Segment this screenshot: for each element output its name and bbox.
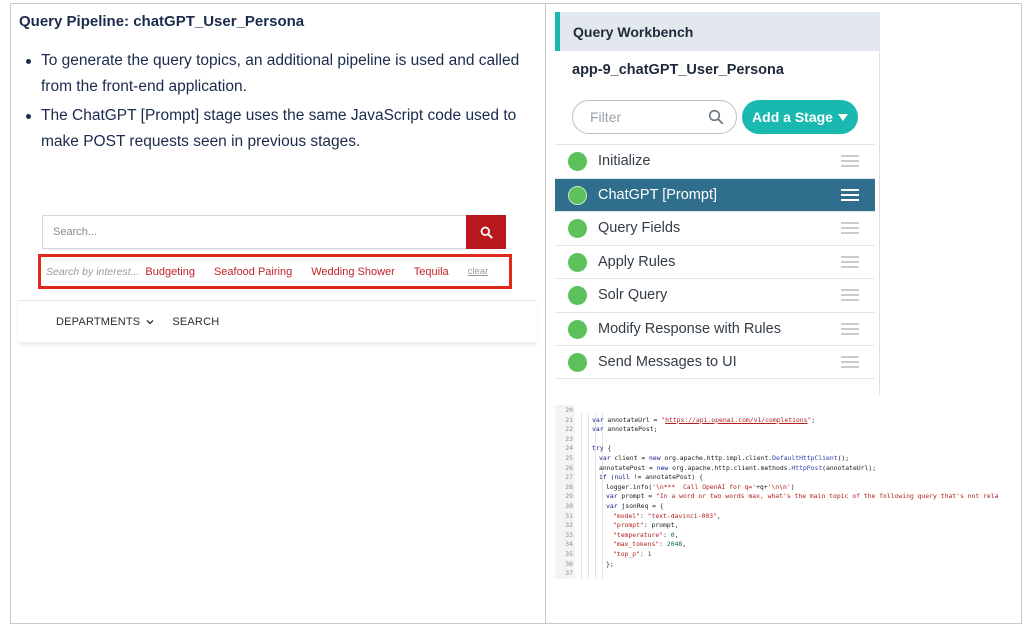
code-line: 37: [555, 569, 585, 578]
drag-handle-icon[interactable]: [841, 222, 859, 234]
line-number: 32: [565, 521, 573, 530]
code-line: 29 var prompt = "In a word or two words m…: [555, 492, 998, 501]
code-line: 31 "model": "text-davinci-003",: [555, 511, 720, 521]
stage-label: ChatGPT [Prompt]: [598, 186, 717, 203]
stage-item[interactable]: Initialize: [555, 144, 875, 178]
interest-link[interactable]: Wedding Shower: [311, 266, 395, 278]
code-line: 33 "temperature": 0,: [555, 531, 678, 540]
stage-status-icon: [568, 219, 587, 238]
interest-suggestions-highlight: Search by interest... Budgeting Seafood …: [38, 254, 512, 289]
line-number: 33: [565, 530, 573, 539]
stage-status-icon: [568, 353, 587, 372]
add-stage-button[interactable]: Add a Stage: [742, 100, 858, 134]
column-divider: [545, 3, 546, 624]
stage-status-icon: [568, 286, 587, 305]
nav-departments[interactable]: DEPARTMENTS: [56, 316, 154, 328]
slide-heading: Query Pipeline: chatGPT_User_Persona: [19, 13, 305, 30]
search-icon: [480, 226, 493, 239]
bullet-list: To generate the query topics, an additio…: [24, 48, 529, 158]
pipeline-stage-list: Initialize ChatGPT [Prompt] Query Fields…: [555, 144, 875, 379]
caret-down-icon: [837, 113, 848, 121]
nav-search[interactable]: SEARCH: [172, 316, 219, 328]
drag-handle-icon[interactable]: [841, 155, 859, 167]
query-workbench-panel: Query Workbench app-9_chatGPT_User_Perso…: [555, 12, 880, 395]
line-number: 36: [565, 559, 573, 568]
interest-link[interactable]: Budgeting: [145, 266, 195, 278]
stage-label: Send Messages to UI: [598, 353, 737, 370]
workbench-title: Query Workbench: [555, 12, 880, 51]
stage-item[interactable]: Send Messages to UI: [555, 345, 875, 379]
stage-item[interactable]: Modify Response with Rules: [555, 311, 875, 346]
code-line: 36};: [555, 559, 613, 569]
code-line: 28 logger.info('\n*** Call OpenAI for q='…: [555, 482, 794, 492]
stage-filter-input[interactable]: [590, 109, 700, 125]
pipeline-app-name: app-9_chatGPT_User_Persona: [572, 62, 784, 78]
stage-item-selected[interactable]: ChatGPT [Prompt]: [555, 177, 875, 211]
line-number: 26: [565, 463, 573, 472]
line-number: 35: [565, 550, 573, 558]
stage-item[interactable]: Solr Query: [555, 278, 875, 312]
drag-handle-icon[interactable]: [841, 289, 859, 301]
code-line: 21 var annotateUrl = "https://api.openai.…: [555, 416, 815, 425]
nav-departments-label: DEPARTMENTS: [56, 315, 141, 328]
bullet-item: The ChatGPT [Prompt] stage uses the same…: [24, 103, 529, 155]
storefront-search-box: [42, 215, 466, 249]
code-line: 27 if (null != annotatePost) {: [555, 473, 703, 482]
drag-handle-icon[interactable]: [841, 322, 859, 335]
line-number: 25: [565, 454, 573, 462]
stage-status-icon: [568, 319, 587, 339]
drag-handle-icon[interactable]: [841, 356, 859, 368]
line-number: 34: [565, 540, 573, 549]
line-number: 23: [565, 434, 573, 443]
line-number: 37: [565, 569, 573, 578]
code-line: 20: [555, 406, 585, 415]
line-number: 20: [565, 406, 573, 414]
line-number: 30: [565, 502, 573, 510]
line-number: 21: [565, 415, 573, 424]
search-icon: [708, 109, 724, 125]
stage-status-icon: [568, 252, 587, 272]
stage-label: Initialize: [598, 153, 651, 170]
code-line: 25 var client = new org.apache.http.impl.…: [555, 454, 849, 463]
stage-label: Query Fields: [598, 220, 681, 237]
drag-handle-icon[interactable]: [841, 255, 859, 268]
code-line: 35 "top_p": 1: [555, 550, 651, 559]
storefront-navbar: DEPARTMENTS SEARCH: [18, 300, 537, 342]
code-line: 26 annotatePost = new org.apache.http.cli…: [555, 464, 876, 473]
stage-status-icon: [568, 152, 587, 171]
stage-item[interactable]: Query Fields: [555, 211, 875, 245]
chevron-down-icon: [146, 319, 154, 325]
stage-label: Modify Response with Rules: [598, 320, 781, 337]
line-number: 22: [565, 425, 573, 434]
line-number: 24: [565, 444, 573, 453]
stage-status-icon: [568, 185, 587, 205]
stage-item[interactable]: Apply Rules: [555, 244, 875, 279]
storefront-search-button[interactable]: [466, 215, 506, 249]
line-number: 29: [565, 492, 573, 501]
clear-interests-link[interactable]: clear: [468, 266, 489, 277]
drag-handle-icon[interactable]: [841, 188, 859, 201]
code-line: 23: [555, 435, 585, 444]
interest-link[interactable]: Tequila: [414, 266, 449, 278]
code-line: 34 "max_tokens": 2048,: [555, 540, 686, 549]
line-number: 31: [565, 511, 573, 520]
add-stage-label: Add a Stage: [752, 109, 833, 125]
code-line: 22 var annotatePost;: [555, 425, 657, 434]
code-line: 30 var jsonReq = {: [555, 502, 663, 511]
stage-label: Solr Query: [598, 287, 668, 304]
interest-hint: Search by interest...: [46, 265, 140, 278]
line-number: 28: [565, 482, 573, 491]
stage-label: Apply Rules: [598, 253, 676, 270]
bullet-item: To generate the query topics, an additio…: [24, 48, 529, 100]
storefront-search-input[interactable]: [43, 216, 466, 248]
stage-filter: [572, 100, 737, 134]
code-editor[interactable]: 20 21 var annotateUrl = "https://api.opena…: [555, 405, 1017, 579]
code-line: 24 try {: [555, 444, 611, 453]
line-number: 27: [565, 473, 573, 482]
code-line: 32 "prompt": prompt,: [555, 521, 678, 530]
interest-link[interactable]: Seafood Pairing: [214, 266, 292, 278]
